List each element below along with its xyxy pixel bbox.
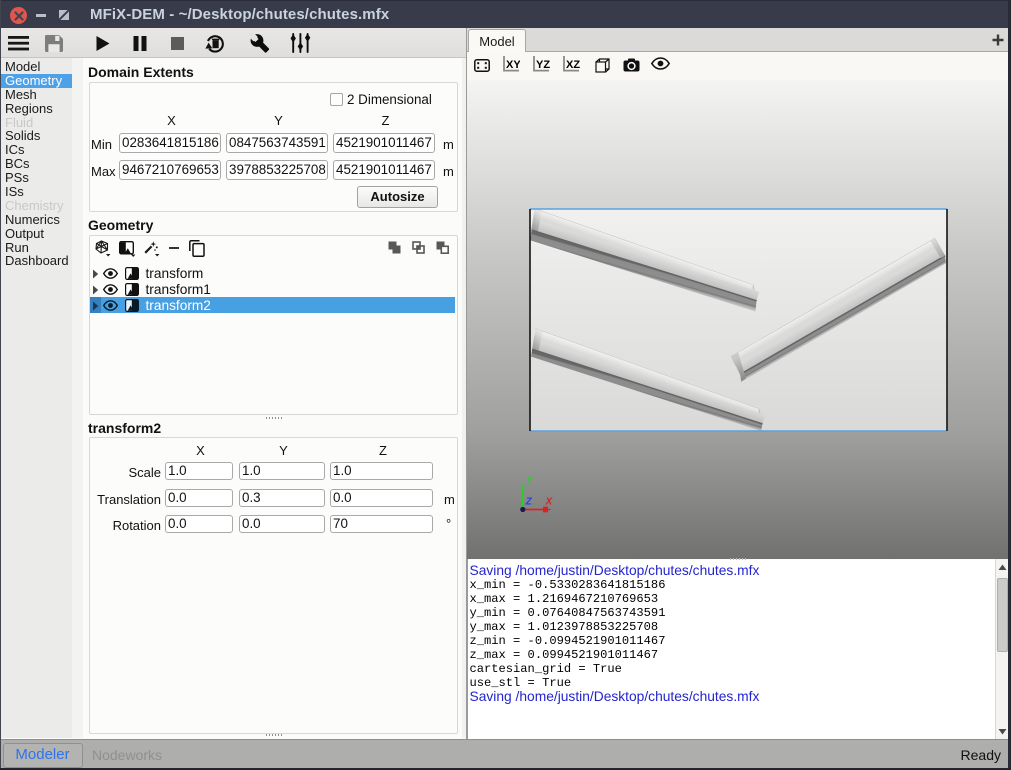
svg-text:XZ: XZ xyxy=(566,59,580,71)
svg-text:Z: Z xyxy=(525,497,533,508)
svg-text:YZ: YZ xyxy=(536,59,550,71)
svg-text:X: X xyxy=(545,497,554,508)
svg-text:XY: XY xyxy=(506,59,520,71)
